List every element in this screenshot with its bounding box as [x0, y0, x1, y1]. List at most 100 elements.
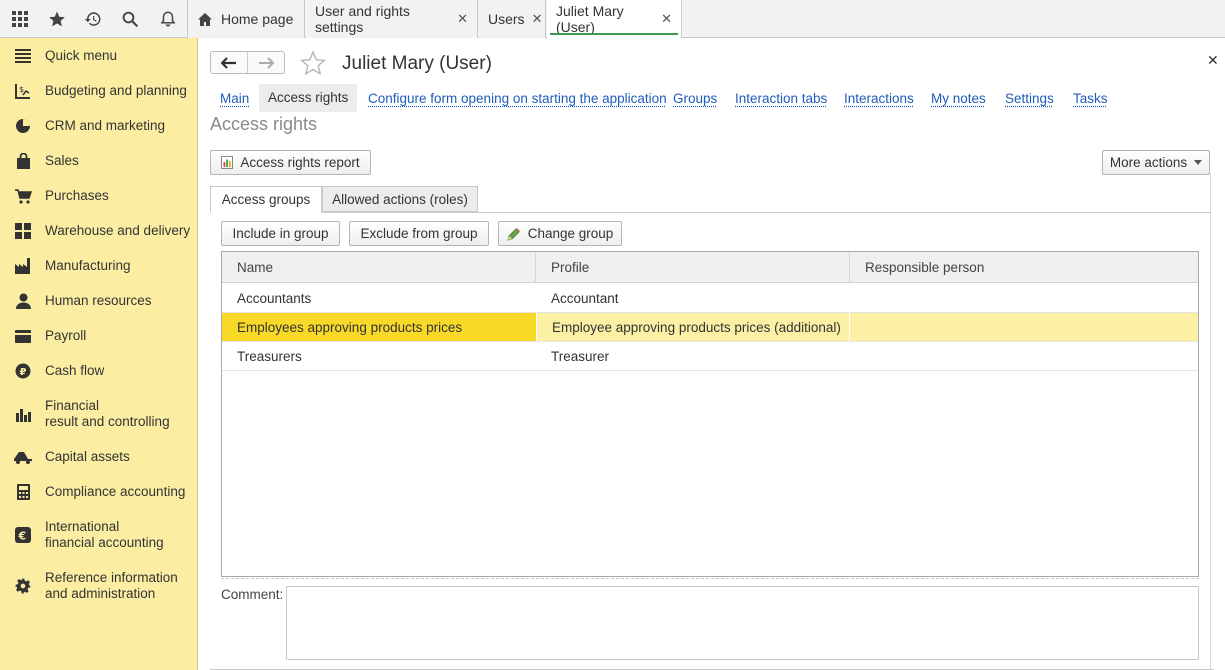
- cell-responsible: [850, 313, 1198, 341]
- table-row[interactable]: Treasurers Treasurer: [222, 342, 1198, 371]
- button-label: Change group: [527, 226, 614, 241]
- sidebar-item-financial-result[interactable]: Financial result and controlling: [0, 396, 198, 432]
- tab-label: Juliet Mary (User): [556, 3, 624, 35]
- page-title: Juliet Mary (User): [342, 53, 492, 74]
- tab-users[interactable]: Users ✕: [479, 0, 546, 38]
- sidebar-item-payroll[interactable]: Payroll: [0, 326, 198, 346]
- sidebar-item-label: Purchases: [45, 188, 109, 203]
- cell-profile: Employee approving products prices (addi…: [536, 313, 850, 341]
- splitter[interactable]: [221, 578, 1199, 579]
- back-button[interactable]: [211, 52, 248, 73]
- cell-name: Accountants: [237, 290, 312, 306]
- tab-strip-line: [210, 212, 1210, 213]
- home-icon: [197, 12, 213, 27]
- history-icon[interactable]: [74, 0, 111, 38]
- wallet-icon: [14, 327, 32, 345]
- gear-icon: [14, 577, 32, 595]
- sidebar-item-quick-menu[interactable]: Quick menu: [0, 46, 198, 66]
- button-label: Access rights report: [240, 155, 360, 170]
- sidebar-item-reference-information[interactable]: Reference information and administration: [0, 568, 198, 604]
- form-nav-links: Main Access rights Configure form openin…: [199, 84, 1225, 112]
- pencil-icon: [507, 227, 521, 241]
- sidebar-item-manufacturing[interactable]: Manufacturing: [0, 256, 198, 276]
- tab-allowed-actions[interactable]: Allowed actions (roles): [322, 186, 478, 212]
- sidebar-item-label: Sales: [45, 153, 79, 168]
- tab-juliet-mary-user[interactable]: Juliet Mary (User) ✕: [547, 0, 682, 38]
- sidebar-item-capital-assets[interactable]: Capital assets: [0, 447, 198, 467]
- report-icon: [221, 156, 234, 169]
- sidebar-item-budgeting[interactable]: $ Budgeting and planning: [0, 81, 198, 101]
- tab-access-groups[interactable]: Access groups: [210, 186, 322, 213]
- budget-chart-icon: $: [14, 82, 32, 100]
- access-rights-report-button[interactable]: Access rights report: [210, 150, 371, 175]
- button-label: Include in group: [232, 226, 329, 241]
- table-row[interactable]: Accountants Accountant: [222, 284, 1198, 313]
- close-icon[interactable]: ✕: [661, 11, 672, 27]
- cart-icon: [14, 187, 32, 205]
- forward-button[interactable]: [248, 52, 285, 73]
- exclude-from-group-button[interactable]: Exclude from group: [349, 221, 489, 246]
- sidebar-item-purchases[interactable]: Purchases: [0, 186, 198, 206]
- ruble-coin-icon: ₽: [14, 362, 32, 380]
- link-main[interactable]: Main: [220, 91, 249, 106]
- link-tasks[interactable]: Tasks: [1073, 91, 1108, 106]
- sidebar-item-label: Human resources: [45, 293, 152, 308]
- sidebar-item-compliance-accounting[interactable]: Compliance accounting: [0, 482, 198, 502]
- main-form: Juliet Mary (User) ✕ Main Access rights …: [199, 38, 1225, 670]
- bell-icon[interactable]: [149, 0, 186, 38]
- link-my-notes[interactable]: My notes: [931, 91, 986, 106]
- sidebar-item-label: Warehouse and delivery: [45, 223, 191, 238]
- link-interactions[interactable]: Interactions: [844, 91, 914, 106]
- access-groups-table[interactable]: Name Profile Responsible person Accounta…: [221, 251, 1199, 577]
- star-icon[interactable]: [38, 0, 75, 38]
- sidebar-item-warehouse[interactable]: Warehouse and delivery: [0, 221, 198, 241]
- svg-text:$: $: [19, 85, 24, 94]
- sidebar-item-label: Financial result and controlling: [45, 398, 170, 429]
- close-form-icon[interactable]: ✕: [1207, 52, 1219, 69]
- column-header-name[interactable]: Name: [222, 252, 536, 283]
- search-icon[interactable]: [111, 0, 148, 38]
- tab-user-and-rights-settings[interactable]: User and rights settings ✕: [306, 0, 478, 38]
- change-group-button[interactable]: Change group: [498, 221, 622, 246]
- sidebar-item-crm[interactable]: CRM and marketing: [0, 116, 198, 136]
- sidebar-item-label: Reference information and administration: [45, 570, 178, 601]
- comment-field[interactable]: [286, 586, 1199, 660]
- table-row-selected[interactable]: Employees approving products prices Empl…: [222, 313, 1198, 342]
- sidebar-item-label: Capital assets: [45, 449, 130, 464]
- warehouse-icon: [14, 222, 32, 240]
- link-groups[interactable]: Groups: [673, 91, 717, 106]
- sidebar-item-label: Cash flow: [45, 363, 105, 378]
- shopping-bag-icon: [14, 152, 32, 170]
- form-right-border: [1210, 174, 1211, 670]
- sidebar-item-human-resources[interactable]: Human resources: [0, 291, 198, 311]
- chevron-down-icon: [1194, 160, 1203, 165]
- sidebar-item-label: CRM and marketing: [45, 118, 166, 133]
- include-in-group-button[interactable]: Include in group: [221, 221, 340, 246]
- apps-grid-icon[interactable]: [1, 0, 38, 38]
- tab-label: Home page: [221, 11, 294, 27]
- cell-profile: Accountant: [551, 290, 619, 306]
- sidebar-item-international-accounting[interactable]: € International financial accounting: [0, 517, 198, 553]
- favorite-star-icon[interactable]: [299, 50, 327, 76]
- history-nav: [210, 51, 285, 74]
- table-header: Name Profile Responsible person: [222, 252, 1198, 283]
- sidebar-item-cash-flow[interactable]: ₽ Cash flow: [0, 361, 198, 381]
- truck-icon: [14, 448, 32, 466]
- more-actions-button[interactable]: More actions: [1102, 150, 1210, 175]
- svg-text:€: €: [18, 530, 27, 543]
- column-header-responsible[interactable]: Responsible person: [850, 252, 1198, 283]
- cell-responsible: [850, 284, 1198, 312]
- column-header-profile[interactable]: Profile: [536, 252, 850, 283]
- sidebar-item-label: Budgeting and planning: [45, 83, 187, 98]
- tab-home-page[interactable]: Home page: [188, 0, 305, 38]
- link-interaction-tabs[interactable]: Interaction tabs: [735, 91, 827, 106]
- close-icon[interactable]: ✕: [457, 11, 468, 27]
- close-icon[interactable]: ✕: [532, 11, 543, 27]
- sidebar-item-sales[interactable]: Sales: [0, 151, 198, 171]
- cell-name: Employees approving products prices: [222, 313, 536, 341]
- link-access-rights[interactable]: Access rights: [259, 84, 358, 112]
- section-title: Access rights: [210, 114, 318, 134]
- bar-chart-icon: [14, 405, 32, 423]
- link-settings[interactable]: Settings: [1005, 91, 1054, 106]
- link-configure-form-opening[interactable]: Configure form opening on starting the a…: [368, 91, 667, 106]
